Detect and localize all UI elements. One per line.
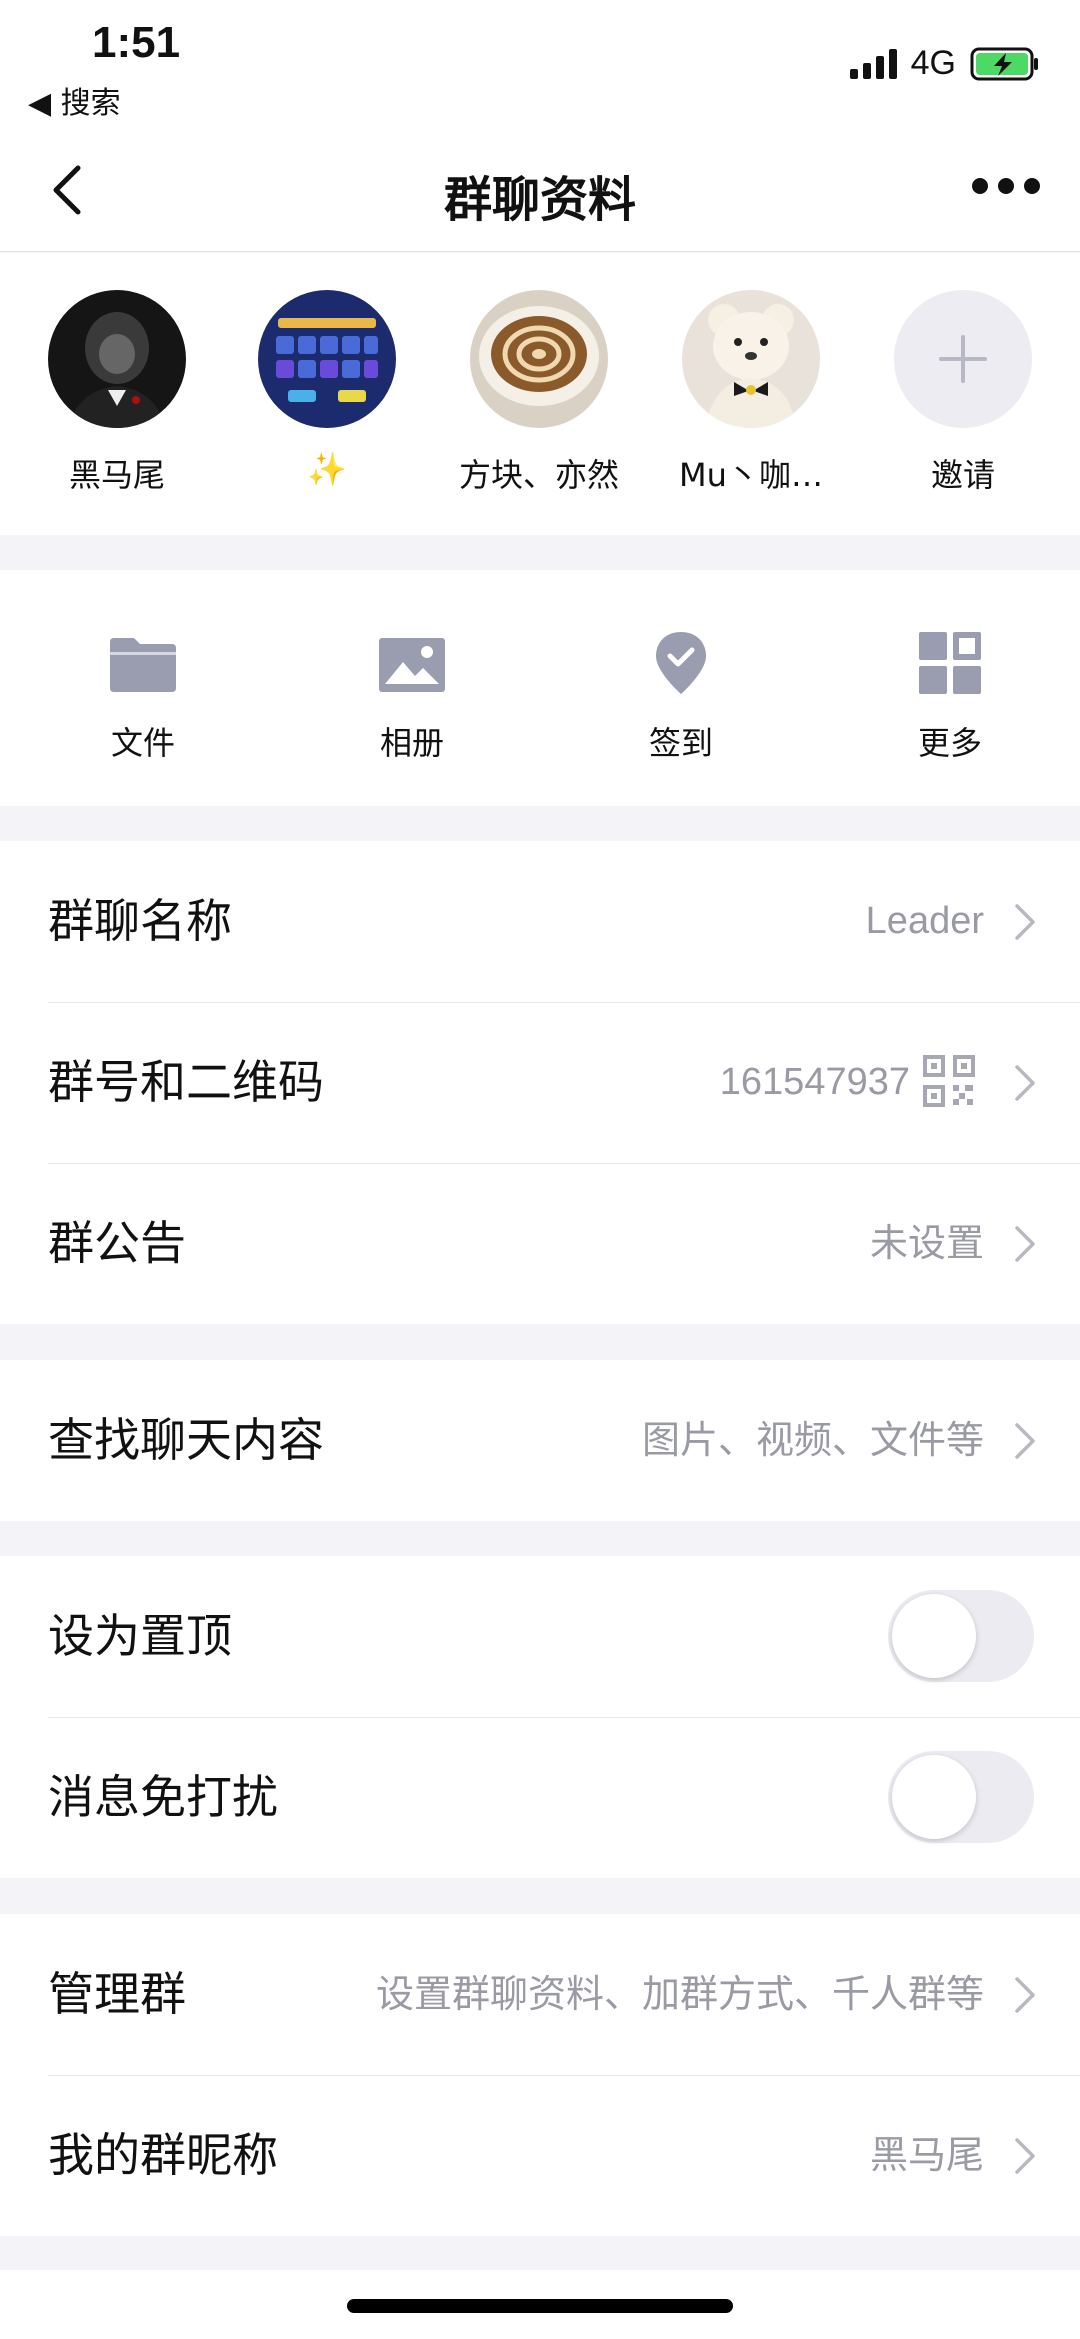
group-notice-value: 未设置 <box>869 1221 984 1265</box>
folder-icon <box>110 638 176 692</box>
battery-charging-icon <box>970 47 1038 80</box>
chevron-right-icon <box>1015 1065 1035 1101</box>
group-id-qr-row[interactable]: 群号和二维码 161547937 <box>0 1002 1080 1163</box>
shortcut-label: 签到 <box>648 724 713 762</box>
chevron-right-icon <box>1015 1977 1035 2013</box>
network-type: 4G <box>910 44 956 82</box>
row-label: 群号和二维码 <box>48 1055 324 1109</box>
chevron-right-icon <box>1015 2138 1035 2174</box>
group-id-value: 161547937 <box>719 1061 910 1103</box>
shortcut-label: 文件 <box>110 724 175 762</box>
invite-label: 邀请 <box>930 456 995 494</box>
chevron-right-icon <box>1015 1226 1035 1262</box>
shortcut-more[interactable]: 更多 <box>850 628 1050 764</box>
member-name: 方块、亦然 <box>458 456 619 494</box>
row-label: 管理群 <box>48 1967 186 2021</box>
status-bar: 1:51 ◀ 搜索 4G <box>0 0 1080 130</box>
row-label: 群聊名称 <box>48 894 232 948</box>
group-nickname-value: 黑马尾 <box>869 2133 984 2177</box>
member-name: ✨ <box>307 450 347 488</box>
status-time: 1:51 <box>92 18 181 67</box>
back-to-app-link[interactable]: ◀ 搜索 <box>28 78 121 122</box>
shortcut-checkin[interactable]: 签到 <box>581 628 781 764</box>
avatar <box>682 290 820 428</box>
group-name-row[interactable]: 群聊名称 Leader <box>0 841 1080 1002</box>
group-nickname-row[interactable]: 我的群昵称 黑马尾 <box>0 2075 1080 2236</box>
shortcut-bar: 文件 相册 签到 更多 <box>0 570 1080 806</box>
member-name: Mu丶咖… <box>679 456 823 494</box>
location-check-icon <box>656 632 706 694</box>
search-chat-hint: 图片、视频、文件等 <box>641 1418 984 1462</box>
chevron-right-icon <box>1015 904 1035 940</box>
manage-section: 管理群 设置群聊资料、加群方式、千人群等 我的群昵称 黑马尾 <box>0 1914 1080 2236</box>
member-list: 黑马尾 ✨ 方块、亦然 Mu丶咖… 邀请 <box>0 253 1080 535</box>
qr-code-icon <box>923 1055 975 1107</box>
row-label: 消息免打扰 <box>48 1770 278 1824</box>
row-label: 设为置顶 <box>48 1609 232 1663</box>
avatar <box>470 290 608 428</box>
shortcut-label: 更多 <box>917 724 982 762</box>
member-item[interactable]: 黑马尾 <box>22 290 212 496</box>
plus-icon <box>939 335 987 383</box>
chevron-right-icon <box>1015 1423 1035 1459</box>
avatar <box>48 290 186 428</box>
avatar <box>258 290 396 428</box>
mute-notifications-toggle[interactable] <box>888 1751 1034 1843</box>
navigation-bar: 群聊资料 <box>0 130 1080 252</box>
signal-icon <box>849 48 897 79</box>
manage-group-hint: 设置群聊资料、加群方式、千人群等 <box>375 1972 984 2016</box>
photo-icon <box>379 638 445 692</box>
search-history-section: 查找聊天内容 图片、视频、文件等 <box>0 1360 1080 1521</box>
invite-button[interactable]: 邀请 <box>868 290 1058 496</box>
member-item[interactable]: Mu丶咖… <box>656 290 846 496</box>
row-label: 群公告 <box>48 1216 186 1270</box>
member-name: 黑马尾 <box>68 456 165 494</box>
home-indicator[interactable] <box>347 2299 733 2313</box>
settings-section: 设为置顶 消息免打扰 <box>0 1556 1080 1878</box>
invite-circle <box>894 290 1032 428</box>
member-item[interactable]: ✨ <box>232 290 422 488</box>
shortcut-label: 相册 <box>379 724 444 762</box>
shortcut-files[interactable]: 文件 <box>43 628 243 764</box>
group-name-value: Leader <box>865 900 984 942</box>
group-notice-row[interactable]: 群公告 未设置 <box>0 1163 1080 1324</box>
pin-chat-toggle[interactable] <box>888 1590 1034 1682</box>
manage-group-row[interactable]: 管理群 设置群聊资料、加群方式、千人群等 <box>0 1914 1080 2075</box>
grid-icon <box>919 632 981 694</box>
member-item[interactable]: 方块、亦然 <box>444 290 634 496</box>
search-chat-row[interactable]: 查找聊天内容 图片、视频、文件等 <box>0 1360 1080 1521</box>
pin-chat-row: 设为置顶 <box>0 1556 1080 1717</box>
group-info-section: 群聊名称 Leader 群号和二维码 161547937 群公告 未设置 <box>0 841 1080 1324</box>
status-indicators: 4G <box>849 44 1040 83</box>
page-title: 群聊资料 <box>443 172 636 228</box>
more-options-icon[interactable] <box>972 178 1040 194</box>
mute-notifications-row: 消息免打扰 <box>0 1717 1080 1878</box>
shortcut-album[interactable]: 相册 <box>312 628 512 764</box>
row-label: 查找聊天内容 <box>48 1413 324 1467</box>
row-label: 我的群昵称 <box>48 2128 278 2182</box>
